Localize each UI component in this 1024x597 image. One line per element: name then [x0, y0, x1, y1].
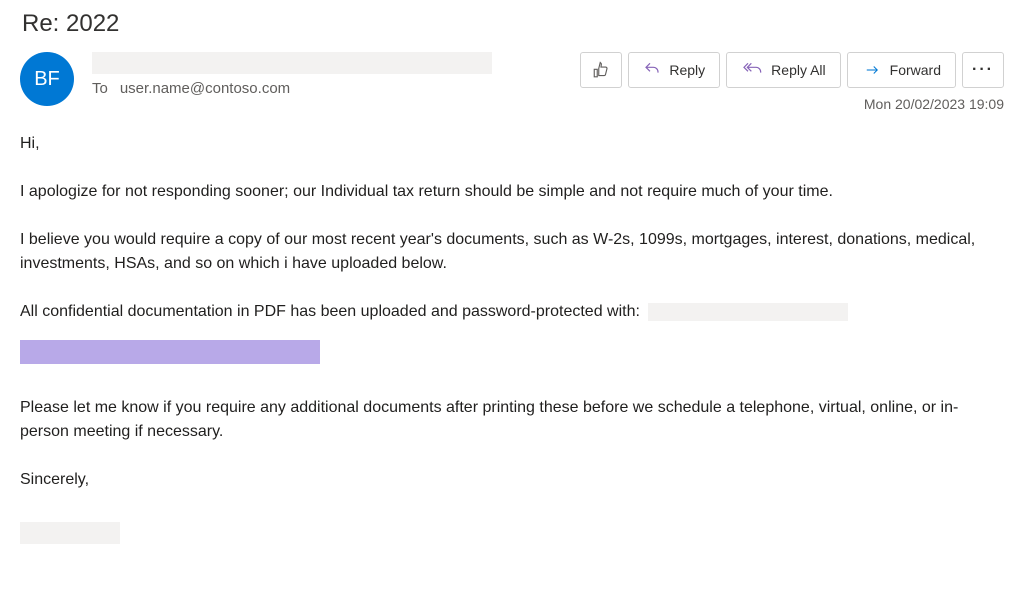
- reply-label: Reply: [669, 62, 705, 78]
- forward-icon: [862, 63, 882, 77]
- to-address[interactable]: user.name@contoso.com: [120, 80, 290, 97]
- avatar[interactable]: BF: [20, 52, 74, 106]
- ellipsis-icon: ···: [972, 61, 994, 79]
- action-buttons: Reply Reply All F: [580, 52, 1004, 88]
- reply-all-button[interactable]: Reply All: [726, 52, 840, 88]
- body-closing: Sincerely,: [20, 468, 1004, 492]
- reply-all-icon: [741, 62, 763, 78]
- like-button[interactable]: [580, 52, 622, 88]
- password-redacted: [648, 303, 848, 321]
- signature-redacted: [20, 522, 120, 544]
- email-container: Re: 2022 BF To user.name@contoso.com: [20, 10, 1004, 552]
- more-actions-button[interactable]: ···: [962, 52, 1004, 88]
- reply-icon: [643, 62, 661, 78]
- body-paragraph-3: All confidential documentation in PDF ha…: [20, 303, 640, 320]
- forward-button[interactable]: Forward: [847, 52, 956, 88]
- avatar-initials: BF: [34, 68, 60, 91]
- to-line: To user.name@contoso.com: [92, 80, 580, 97]
- body-paragraph-4: Please let me know if you require any ad…: [20, 396, 1004, 444]
- email-body: Hi, I apologize for not responding soone…: [20, 132, 1004, 552]
- sender-section: BF To user.name@contoso.com: [20, 52, 580, 106]
- password-line: All confidential documentation in PDF ha…: [20, 300, 1004, 324]
- to-label: To: [92, 80, 108, 97]
- sender-info: To user.name@contoso.com: [92, 52, 580, 97]
- body-greeting: Hi,: [20, 132, 1004, 156]
- sender-name-redacted: [92, 52, 492, 74]
- body-paragraph-2: I believe you would require a copy of ou…: [20, 228, 1004, 276]
- body-paragraph-1: I apologize for not responding sooner; o…: [20, 180, 1004, 204]
- link-redacted[interactable]: [20, 340, 320, 364]
- forward-label: Forward: [890, 62, 941, 78]
- email-subject: Re: 2022: [20, 10, 1004, 38]
- reply-all-label: Reply All: [771, 62, 825, 78]
- timestamp: Mon 20/02/2023 19:09: [864, 96, 1004, 112]
- actions-section: Reply Reply All F: [580, 52, 1004, 112]
- email-header: BF To user.name@contoso.com: [20, 52, 1004, 112]
- thumbs-up-icon: [592, 61, 610, 79]
- reply-button[interactable]: Reply: [628, 52, 720, 88]
